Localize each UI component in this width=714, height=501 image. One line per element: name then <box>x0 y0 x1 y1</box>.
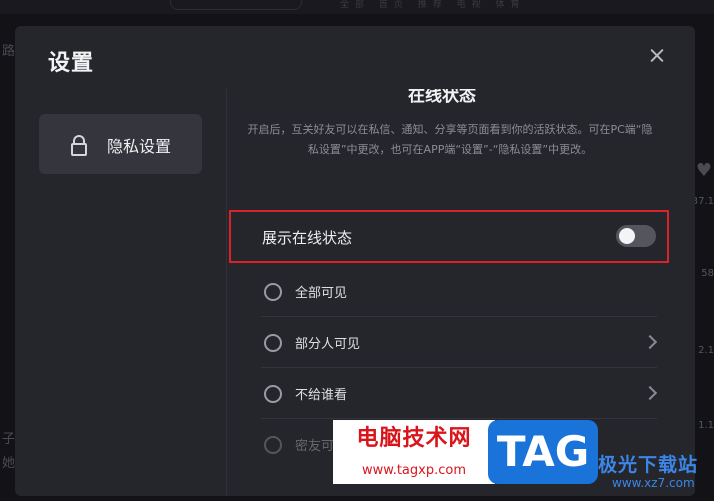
watermark-tag-logo: TAG <box>488 420 598 484</box>
sidebar-item-label: 隐私设置 <box>107 137 172 156</box>
section-description: 开启后，互关好友可以在私信、通知、分享等页面看到你的活跃状态。可在PC端“隐私设… <box>247 123 653 156</box>
background-count: 2.1 <box>698 345 714 356</box>
toggle-label: 展示在线状态 <box>262 229 353 247</box>
background-search-box <box>170 0 302 10</box>
toggle-knob <box>619 228 635 244</box>
background-nav: 全部 首页 推荐 电视 体育 <box>340 0 526 10</box>
online-status-toggle[interactable] <box>616 225 656 247</box>
background-text: 子 <box>2 432 16 447</box>
chevron-right-icon <box>642 385 658 401</box>
option-label: 不给谁看 <box>295 388 348 403</box>
sidebar-item-privacy[interactable]: 隐私设置 <box>39 114 202 174</box>
background-text: 她 <box>2 456 16 471</box>
watermark-brand: 极光下载站 <box>598 454 699 476</box>
radio-icon[interactable] <box>264 436 282 454</box>
option-partial-visible[interactable]: 部分人可见 <box>261 318 658 368</box>
section-title: 在线状态 <box>408 89 476 106</box>
settings-sidebar: 隐私设置 <box>15 89 226 496</box>
option-all-visible[interactable]: 全部可见 <box>261 267 657 317</box>
option-label: 全部可见 <box>295 286 348 301</box>
radio-icon[interactable] <box>264 283 282 301</box>
close-icon[interactable] <box>645 44 669 68</box>
background-count: 1.1 <box>698 420 714 431</box>
radio-icon[interactable] <box>264 385 282 403</box>
radio-icon[interactable] <box>264 334 282 352</box>
option-label: 部分人可见 <box>295 337 361 352</box>
background-text: 路 <box>2 44 16 59</box>
background-count: 58 <box>701 268 714 279</box>
background-count: 37.1 <box>691 196 714 207</box>
watermark-brand-url: www.xz7.com <box>612 476 695 490</box>
watermark-url: www.tagxp.com <box>333 458 495 484</box>
background-heart-icon: ♥ <box>695 160 712 181</box>
online-status-toggle-row: 展示在线状态 <box>229 210 669 263</box>
chevron-right-icon <box>642 334 658 350</box>
option-hide-from[interactable]: 不给谁看 <box>261 369 658 419</box>
dialog-title: 设置 <box>48 51 95 76</box>
watermark-site-name: 电脑技术网 <box>333 420 495 458</box>
lock-icon <box>71 135 87 156</box>
